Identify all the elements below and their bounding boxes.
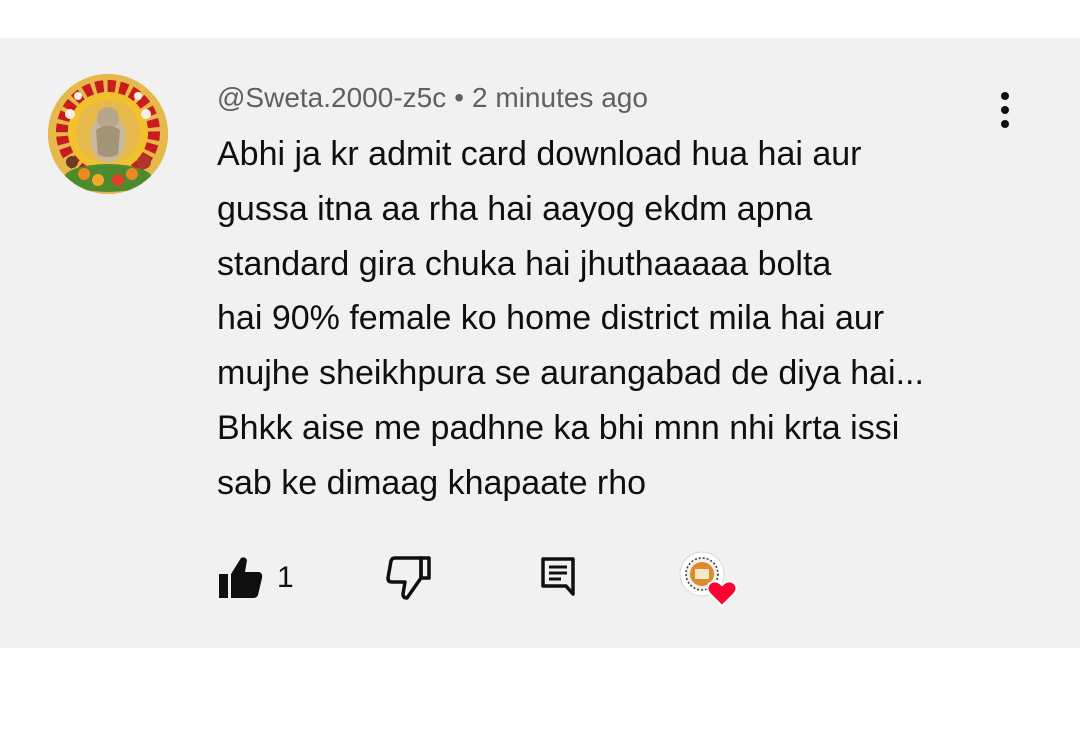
reply-button[interactable] <box>538 554 578 598</box>
creator-heart-icon <box>679 551 738 608</box>
comment-line: Abhi ja kr admit card download hua hai a… <box>217 135 862 173</box>
like-count: 1 <box>277 561 294 594</box>
author-handle[interactable]: @Sweta.2000-z5c <box>217 82 446 113</box>
avatar-image <box>48 74 168 194</box>
comment-line: sab ke dimaag khapaate rho <box>217 463 647 502</box>
comment-line: hai 90% female ko home district mila hai… <box>217 299 885 338</box>
more-options-button[interactable] <box>985 88 1025 132</box>
comment-body: Abhi ja kr admit card download hua hai a… <box>217 127 1017 511</box>
dislike-button[interactable] <box>385 554 433 602</box>
comment-meta: @Sweta.2000-z5c • 2 minutes ago <box>217 78 648 118</box>
thumbs-up-filled-icon <box>219 557 263 598</box>
meta-separator: • <box>454 82 465 113</box>
comment-line: standard gira chuka hai jhuthaaaaa bolta <box>217 244 832 283</box>
user-avatar[interactable] <box>48 74 168 194</box>
comment-actions: 1 <box>0 550 1080 620</box>
comment-timestamp[interactable]: 2 minutes ago <box>472 82 648 113</box>
creator-heart <box>678 550 746 614</box>
comment-card: @Sweta.2000-z5c • 2 minutes ago Abhi ja kr… <box>0 38 1080 648</box>
comment-line: Bhkk aise me padhne ka bhi mnn nhi krta … <box>217 408 900 447</box>
thumbs-down-outline-icon <box>386 556 431 600</box>
comment-line: mujhe sheikhpura se aurangabad de diya h… <box>217 354 924 393</box>
comment-reply-icon <box>541 557 575 596</box>
like-button[interactable] <box>217 554 265 602</box>
vertical-ellipsis-icon <box>1001 92 1009 128</box>
comment-line: gussa itna aa rha hai aayog ekdm apna <box>217 189 813 228</box>
